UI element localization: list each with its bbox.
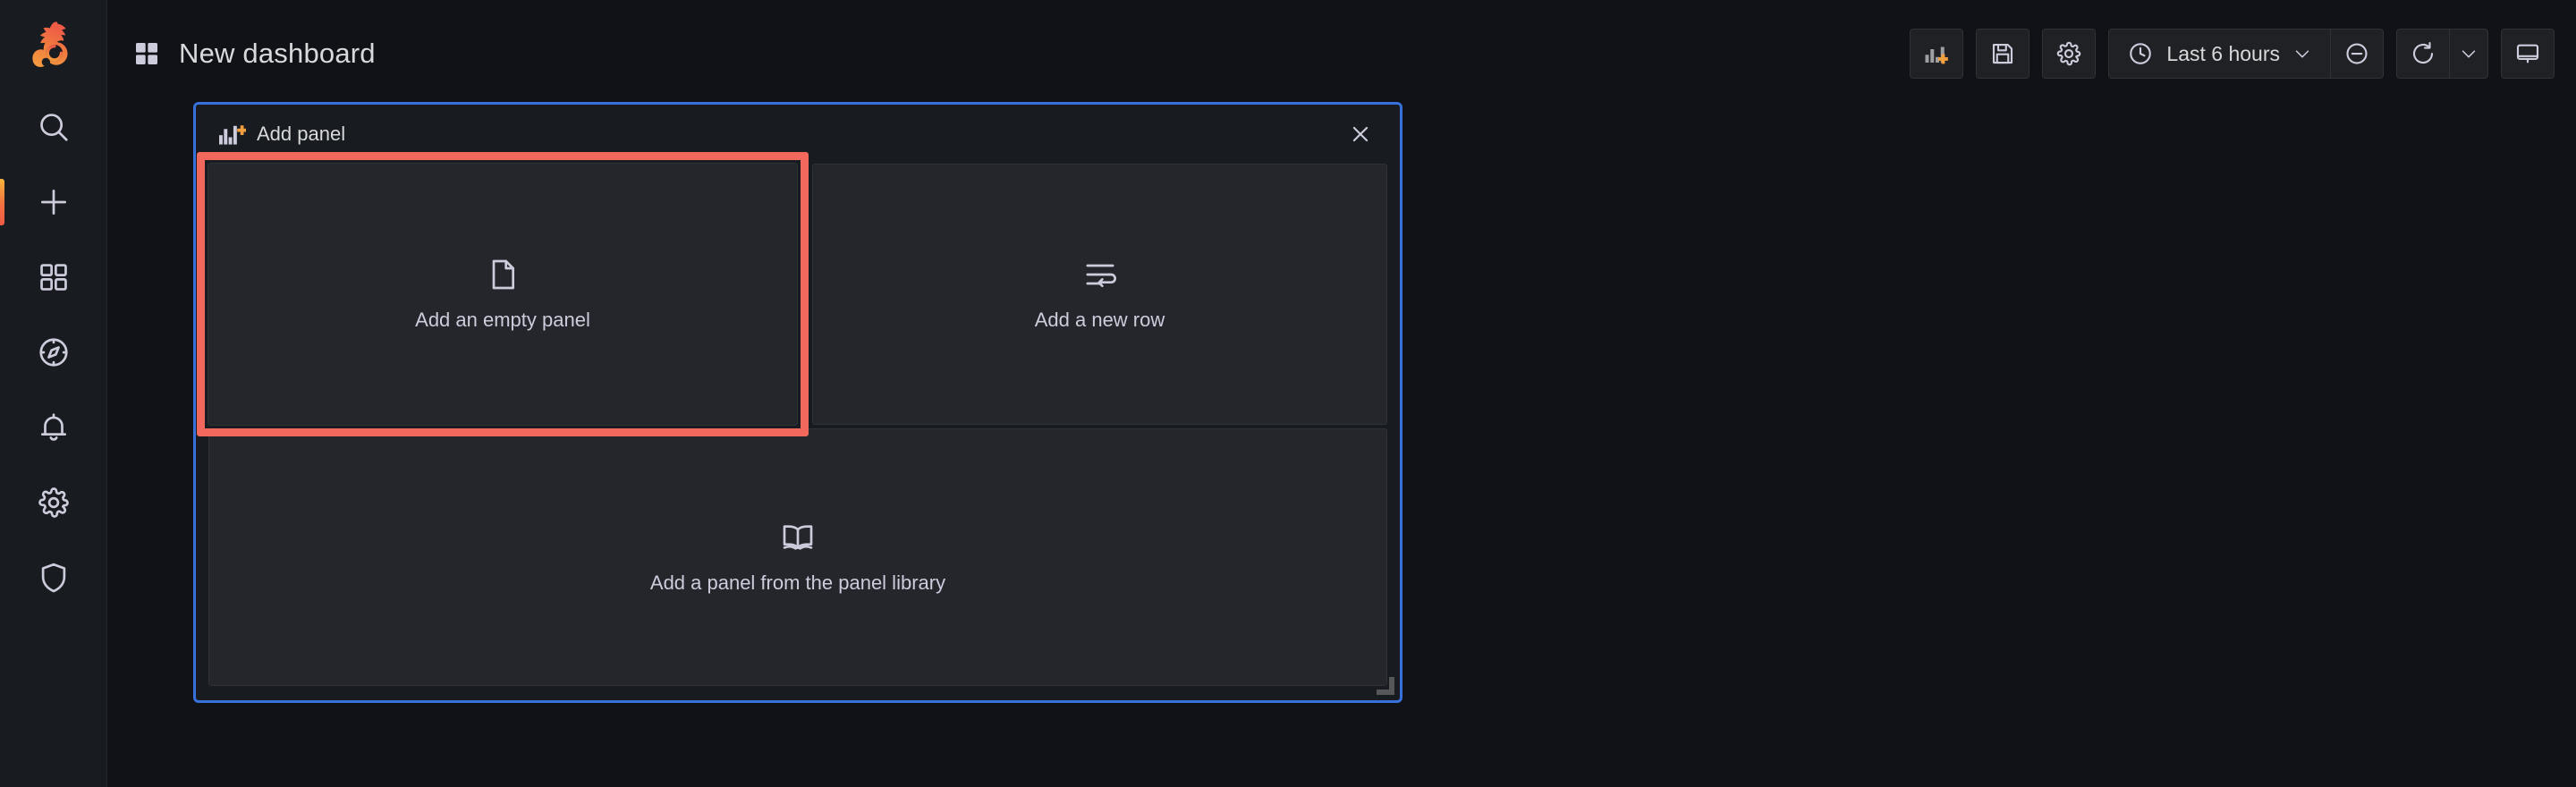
sidebar-item-explore[interactable] [0, 315, 107, 390]
refresh-icon [2412, 41, 2434, 64]
bell-icon [40, 413, 66, 441]
add-panel-options-row: Add an empty panel Add a new row [197, 152, 1387, 436]
close-add-panel-button[interactable] [1341, 114, 1380, 154]
save-dashboard-button[interactable] [1976, 29, 2030, 79]
dashboard-toolbar: Last 6 hours [1910, 29, 2555, 79]
file-icon [485, 257, 521, 292]
clock-icon [2130, 43, 2152, 64]
refresh-dashboard-button[interactable] [2396, 29, 2450, 79]
save-floppy-icon [1993, 43, 2013, 64]
add-empty-panel-highlight: Add an empty panel [197, 152, 809, 436]
grafana-app: New dashboard Last 6 hours Add panel Add… [0, 0, 2576, 787]
kiosk-mode-button[interactable] [2501, 29, 2555, 79]
sidebar-item-configuration[interactable] [0, 465, 107, 540]
dashboard-canvas: Add panel Add an empty panel Add a new r… [107, 102, 2576, 787]
add-panel-widget: Add panel Add an empty panel Add a new r… [193, 102, 1402, 703]
add-from-panel-library-label: Add a panel from the panel library [649, 571, 946, 594]
main-area: New dashboard Last 6 hours Add panel Add… [107, 0, 2576, 787]
sidebar-item-dashboards[interactable] [0, 240, 107, 315]
wrap-text-icon [1082, 257, 1118, 292]
time-range-picker[interactable]: Last 6 hours [2108, 29, 2331, 79]
add-from-panel-library-option[interactable]: Add a panel from the panel library [208, 428, 1387, 686]
close-icon [1352, 126, 1368, 142]
sidebar [0, 0, 107, 787]
zoom-out-icon [2346, 43, 2368, 64]
add-new-row-label: Add a new row [1034, 309, 1165, 331]
shield-icon [41, 563, 65, 593]
time-controls-group: Last 6 hours [2108, 29, 2384, 79]
dashboard-settings-button[interactable] [2042, 29, 2097, 79]
gear-icon [38, 487, 69, 518]
book-open-icon [780, 520, 816, 555]
add-panel-icon [219, 123, 246, 146]
zoom-out-time-button[interactable] [2331, 29, 2384, 79]
page-title: New dashboard [179, 38, 376, 69]
breadcrumb: New dashboard [132, 38, 376, 70]
add-panel-body: Add an empty panel Add a new row Add a p… [196, 152, 1400, 700]
gear-icon [2057, 41, 2081, 66]
time-range-value: Last 6 hours [2166, 41, 2280, 65]
add-panel-button[interactable] [1910, 29, 1964, 79]
add-empty-panel-label: Add an empty panel [415, 309, 590, 331]
grafana-logo[interactable] [0, 0, 107, 89]
chevron-down-icon [2295, 50, 2309, 58]
chevron-down-icon [2462, 50, 2476, 58]
refresh-group [2396, 29, 2488, 79]
apps-grid-icon [39, 264, 67, 291]
plus-icon [40, 189, 66, 216]
sidebar-item-search[interactable] [0, 89, 107, 165]
search-icon [39, 114, 68, 141]
add-new-row-option[interactable]: Add a new row [812, 164, 1387, 425]
sidebar-item-alerting[interactable] [0, 390, 107, 465]
add-empty-panel-option[interactable]: Add an empty panel [208, 163, 798, 426]
apps-grid-icon [132, 39, 161, 68]
refresh-interval-dropdown[interactable] [2450, 29, 2488, 79]
add-panel-icon [1925, 47, 1949, 64]
panel-resize-handle[interactable] [1377, 677, 1394, 695]
monitor-icon [2516, 44, 2539, 63]
sidebar-item-create[interactable] [0, 165, 107, 240]
sidebar-nav [0, 89, 107, 615]
top-navbar: New dashboard Last 6 hours [107, 0, 2576, 107]
compass-icon [38, 338, 68, 367]
add-panel-title: Add panel [257, 123, 346, 145]
add-panel-library-row: Add a panel from the panel library [208, 428, 1387, 686]
sidebar-item-server-admin[interactable] [0, 540, 107, 615]
